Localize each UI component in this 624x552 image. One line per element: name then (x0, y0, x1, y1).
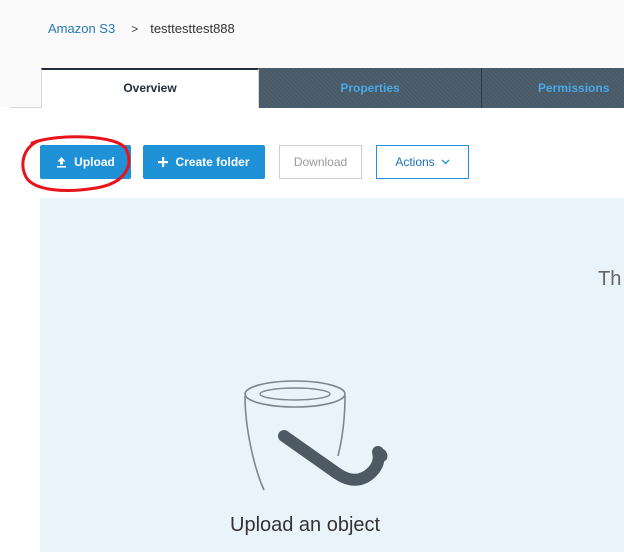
create-folder-button[interactable]: Create folder (143, 145, 265, 179)
breadcrumb-separator: > (131, 21, 139, 36)
plus-icon (158, 157, 169, 167)
tab-properties[interactable]: Properties (259, 68, 481, 108)
upload-button[interactable]: Upload (40, 145, 131, 179)
tab-bar: Overview Properties Permissions (41, 68, 624, 108)
upload-object-label: Upload an object (230, 514, 381, 536)
breadcrumb-amazon-s3-link[interactable]: Amazon S3 (48, 21, 115, 36)
actions-dropdown-label: Actions (395, 155, 435, 169)
download-button[interactable]: Download (279, 145, 362, 179)
tab-permissions[interactable]: Permissions (482, 68, 624, 108)
breadcrumb-bucket-name: testtesttest888 (150, 21, 235, 36)
tab-underline (10, 107, 42, 108)
actions-dropdown[interactable]: Actions (376, 145, 469, 179)
chevron-down-icon (441, 157, 450, 168)
download-button-label: Download (293, 155, 348, 169)
upload-button-label: Upload (74, 155, 115, 169)
breadcrumb: Amazon S3 > testtesttest888 (48, 21, 235, 36)
create-folder-button-label: Create folder (175, 155, 250, 169)
s3-bucket-icon (244, 380, 388, 491)
dropzone-partial-text: Th (598, 268, 622, 290)
tab-overview[interactable]: Overview (41, 68, 259, 108)
upload-arrow-icon (56, 156, 67, 168)
upload-dropzone[interactable]: Th Upload an object (40, 198, 624, 552)
